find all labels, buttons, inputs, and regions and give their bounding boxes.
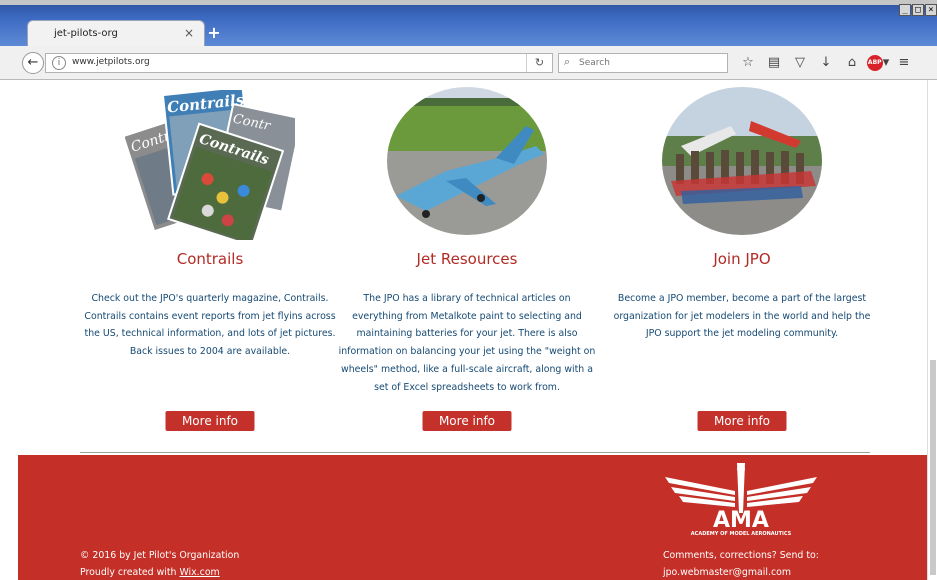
pocket-icon[interactable]: ▽ xyxy=(787,53,813,73)
bookmark-star-icon[interactable]: ☆ xyxy=(735,53,761,73)
back-arrow-icon: ← xyxy=(27,55,39,70)
browser-tab[interactable]: jet-pilots-org × xyxy=(27,20,205,46)
titlebar-edge xyxy=(0,0,937,5)
site-info-icon[interactable]: i xyxy=(52,56,66,70)
download-icon[interactable]: ↓ xyxy=(813,53,839,73)
toolbar-icons: ☆ ▤ ▽ ↓ ⌂ ABP▾ ≡ xyxy=(735,53,917,73)
new-tab-button[interactable]: + xyxy=(205,24,223,42)
tab-close-icon[interactable]: × xyxy=(184,26,194,40)
maximize-button[interactable]: □ xyxy=(912,4,924,16)
browser-titlebar: jet-pilots-org × + _ □ × xyxy=(0,0,937,46)
feature-section: Contrails Contrails Contr Contrails Cont… xyxy=(80,80,870,452)
back-button[interactable]: ← xyxy=(22,52,44,74)
close-window-button[interactable]: × xyxy=(925,4,937,16)
feature-title: Contrails xyxy=(176,250,244,268)
contact-label: Comments, corrections? Send to: xyxy=(663,550,819,561)
reload-icon[interactable]: ↻ xyxy=(526,54,552,72)
feature-description: Become a JPO member, become a part of th… xyxy=(613,293,871,340)
search-input[interactable] xyxy=(579,56,719,70)
created-prefix: Proudly created with xyxy=(80,567,180,578)
feature-description: Check out the JPO's quarterly magazine, … xyxy=(84,293,336,358)
address-url[interactable]: www.jetpilots.org xyxy=(72,57,150,67)
more-info-button[interactable]: More info xyxy=(422,411,512,431)
menu-icon[interactable]: ≡ xyxy=(891,53,917,73)
footer-copyright: © 2016 by Jet Pilot's Organization Proud… xyxy=(80,547,239,580)
ama-logo[interactable]: AMA ACADEMY OF MODEL AERONAUTICS xyxy=(661,463,821,537)
section-divider xyxy=(80,452,870,453)
feature-description: The JPO has a library of technical artic… xyxy=(338,293,596,393)
page-left-margin xyxy=(0,80,18,580)
browser-toolbar: ← i www.jetpilots.org ↻ ⌕ ☆ ▤ ▽ ↓ ⌂ ABP▾… xyxy=(0,46,937,80)
feature-jet-resources: Jet Resources The JPO has a library of t… xyxy=(337,80,597,452)
more-info-button[interactable]: More info xyxy=(165,411,255,431)
feature-title: Join JPO xyxy=(713,250,771,268)
feature-join-jpo: Join JPO Become a JPO member, become a p… xyxy=(612,80,872,452)
ama-logo-text: AMA xyxy=(713,508,769,533)
group-photo-image xyxy=(661,86,823,236)
home-icon[interactable]: ⌂ xyxy=(839,53,865,73)
ama-logo-subtext: ACADEMY OF MODEL AERONAUTICS xyxy=(691,531,792,537)
scrollbar-thumb[interactable] xyxy=(930,360,936,575)
reading-list-icon[interactable]: ▤ xyxy=(761,53,787,73)
wix-link[interactable]: Wix.com xyxy=(179,567,219,578)
feature-contrails: Contrails Contrails Contr Contrails Cont… xyxy=(80,80,340,452)
site-footer: AMA ACADEMY OF MODEL AERONAUTICS © 2016 … xyxy=(18,455,927,580)
adblock-icon[interactable]: ABP▾ xyxy=(865,53,891,73)
contact-email[interactable]: jpo.webmaster@gmail.com xyxy=(663,564,819,580)
window-controls: _ □ × xyxy=(898,4,937,16)
tab-title: jet-pilots-org xyxy=(54,28,118,39)
jet-photo-image xyxy=(386,86,548,236)
search-box[interactable]: ⌕ xyxy=(558,53,728,73)
contrails-magazine-image: Contrails Contrails Contr Contrails xyxy=(122,85,303,248)
page-viewport: Contrails Contrails Contr Contrails Cont… xyxy=(0,80,937,580)
search-icon: ⌕ xyxy=(564,55,571,68)
minimize-button[interactable]: _ xyxy=(899,4,911,16)
more-info-button[interactable]: More info xyxy=(697,411,787,431)
footer-contact: Comments, corrections? Send to: jpo.webm… xyxy=(663,547,819,580)
page-scrollbar[interactable] xyxy=(927,80,937,580)
created-with: Proudly created with Wix.com xyxy=(80,564,239,580)
feature-title: Jet Resources xyxy=(416,250,518,268)
address-bar[interactable]: i www.jetpilots.org ↻ xyxy=(45,53,553,73)
copyright-text: © 2016 by Jet Pilot's Organization xyxy=(80,550,240,561)
